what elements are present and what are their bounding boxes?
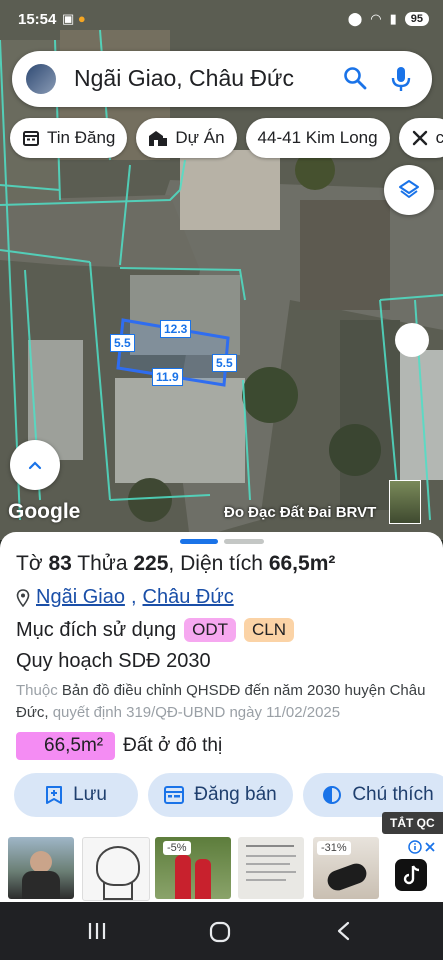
back-icon[interactable] <box>334 920 354 942</box>
layers-icon <box>399 180 419 198</box>
recent-apps-icon[interactable] <box>86 920 108 942</box>
chip-tin-dang[interactable]: Tin Đăng <box>10 118 128 158</box>
ad-item[interactable]: -31% <box>313 837 379 899</box>
chip-label: c <box>435 128 443 147</box>
location-pin-icon <box>16 588 30 607</box>
dientich-label: Diện tích <box>180 552 263 575</box>
location-separator: , <box>130 586 137 608</box>
sheet-handle[interactable] <box>224 539 264 544</box>
ad-item[interactable] <box>8 837 74 899</box>
plan-title: Quy hoạch SDĐ 2030 <box>16 650 211 672</box>
parcel-dim-top: 12.3 <box>160 320 192 338</box>
location-link-ngai-giao[interactable]: Ngãi Giao <box>36 586 125 609</box>
contrast-icon <box>323 786 342 804</box>
microphone-icon[interactable] <box>390 65 412 93</box>
wifi-icon: ◠ <box>370 11 382 26</box>
sheet-handle-active[interactable] <box>180 539 218 544</box>
legend-button[interactable]: Chú thích <box>303 773 443 817</box>
save-button[interactable]: Lưu <box>14 773 138 817</box>
filter-chips: Tin Đăng Dự Án 44-41 Kim Long c <box>10 118 443 158</box>
parcel-location: Ngãi Giao, Châu Đức <box>16 586 234 609</box>
location-icon: ⬤ <box>347 11 363 26</box>
ad-item[interactable] <box>82 837 150 901</box>
close-ads-button[interactable]: TẮT QC <box>382 812 443 834</box>
to-value: 83 <box>48 552 72 575</box>
parcel-dim-right: 5.5 <box>212 354 237 372</box>
chevron-up-icon <box>28 461 42 470</box>
calendar-icon <box>23 131 39 146</box>
map-attribution: Đo Đạc Đất Đai BRVT <box>224 504 377 521</box>
parcel-title: Tờ 83 Thửa 225, Diện tích 66,5m² <box>16 552 336 575</box>
chip-tools[interactable]: c <box>398 118 443 158</box>
post-sale-label: Đăng bán <box>194 784 277 805</box>
status-time: 15:54 <box>18 11 57 28</box>
search-icon[interactable] <box>342 65 368 91</box>
battery-icon: 95 <box>404 12 429 26</box>
parcel-info-sheet: Tờ 83 Thửa 225, Diện tích 66,5m² Ngãi Gi… <box>0 532 443 902</box>
parcel-dim-bottom: 11.9 <box>152 368 183 386</box>
post-sale-button[interactable]: Đăng bán <box>148 773 293 817</box>
area-value-badge: 66,5m² <box>16 732 116 760</box>
thua-label: Thửa <box>77 552 128 575</box>
search-bar[interactable]: Ngãi Giao, Châu Đức <box>12 51 432 107</box>
action-buttons: Lưu Đăng bán Chú thích <box>14 773 443 817</box>
ad-item-tiktok[interactable] <box>386 837 436 899</box>
map-drag-handle[interactable] <box>395 323 429 357</box>
discount-badge: -5% <box>163 841 191 855</box>
ad-item[interactable]: -5% <box>155 837 231 899</box>
tiktok-icon <box>395 859 427 891</box>
google-logo: Google <box>8 500 81 523</box>
tools-icon <box>412 130 427 146</box>
badge-cln[interactable]: CLN <box>244 618 295 642</box>
expand-sheet-button[interactable] <box>10 440 60 490</box>
bookmark-plus-icon <box>46 786 63 804</box>
notification-icons: ▣ ● <box>62 11 86 26</box>
discount-badge: -31% <box>317 841 351 855</box>
search-query[interactable]: Ngãi Giao, Châu Đức <box>74 65 294 92</box>
legend-label: Chú thích <box>352 784 434 805</box>
save-label: Lưu <box>73 784 107 805</box>
location-link-chau-duc[interactable]: Châu Đức <box>143 586 234 609</box>
chip-label: 44-41 Kim Long <box>257 128 378 147</box>
plan-description: Thuộc Bản đồ điều chỉnh QHSDĐ đến năm 20… <box>16 680 426 724</box>
home-icon[interactable] <box>208 920 232 944</box>
avatar[interactable] <box>26 64 56 94</box>
ad-strip: -5% -31% <box>0 834 443 901</box>
area-label: Đất ở đô thị <box>123 735 223 756</box>
thua-value: 225 <box>133 552 169 575</box>
chip-label: Dự Án <box>175 128 225 147</box>
status-bar: 15:54 ▣ ● ⬤ ◠ ▮ 95 <box>0 0 443 40</box>
land-use-purpose: Mục đích sử dụng ODT CLN <box>16 618 295 642</box>
street-view-thumbnail[interactable] <box>389 480 421 524</box>
listing-icon <box>164 786 185 804</box>
parcel-dim-left: 5.5 <box>110 334 135 352</box>
ad-item[interactable] <box>238 837 304 899</box>
desc-prefix: Thuộc <box>16 682 58 699</box>
close-icon[interactable] <box>423 840 436 854</box>
info-icon[interactable] <box>408 840 422 854</box>
layers-button[interactable] <box>384 165 434 215</box>
buildings-icon <box>149 131 168 146</box>
chip-du-an[interactable]: Dự Án <box>136 118 237 158</box>
system-icons: ⬤ ◠ ▮ 95 <box>348 11 429 27</box>
purpose-label: Mục đích sử dụng <box>16 618 177 641</box>
chip-kim-long[interactable]: 44-41 Kim Long <box>245 118 390 158</box>
badge-odt[interactable]: ODT <box>184 618 237 642</box>
chip-label: Tin Đăng <box>47 128 116 147</box>
android-nav-bar <box>0 902 443 960</box>
signal-icon: ▮ <box>389 11 397 26</box>
dientich-value: 66,5m² <box>268 552 336 575</box>
desc-suffix: quyết định 319/QĐ-UBND ngày 11/02/2025 <box>52 704 341 721</box>
to-label: Tờ <box>16 552 43 575</box>
area-row: 66,5m² Đất ở đô thị <box>16 732 222 760</box>
